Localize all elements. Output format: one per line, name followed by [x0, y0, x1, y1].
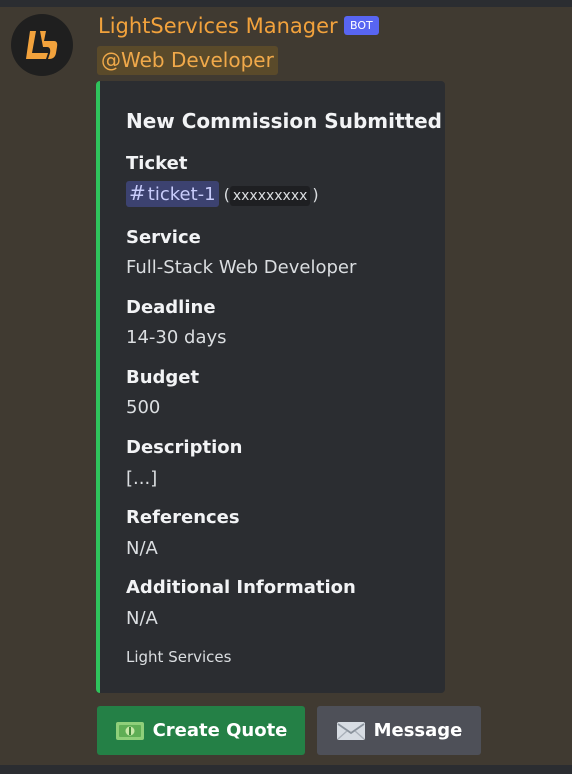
top-divider	[0, 0, 572, 7]
author-name[interactable]: LightServices Manager	[98, 12, 338, 40]
avatar[interactable]	[11, 14, 73, 76]
envelope-icon	[336, 720, 366, 742]
field-name-ticket: Ticket	[126, 153, 188, 174]
field-value-ticket: # ticket-1(xxxxxxxxx)	[126, 181, 319, 207]
message-label: Message	[373, 720, 463, 741]
lightservices-logo-icon	[26, 31, 58, 59]
hashtag-icon: #	[129, 181, 146, 205]
create-quote-label: Create Quote	[152, 720, 288, 741]
embed-title: New Commission Submitted	[126, 109, 442, 133]
paren-close: )	[312, 185, 319, 204]
field-value-references: N/A	[126, 538, 158, 559]
field-value-description: [...]	[126, 468, 158, 489]
commission-embed: New Commission Submitted Ticket # ticket-…	[96, 81, 445, 693]
field-value-budget: 500	[126, 397, 161, 418]
field-name-description: Description	[126, 437, 243, 458]
field-value-additional-information: N/A	[126, 608, 158, 629]
field-name-references: References	[126, 507, 240, 528]
bottom-divider	[0, 765, 572, 774]
create-quote-button[interactable]: Create Quote	[97, 706, 305, 755]
field-name-additional-information: Additional Information	[126, 577, 356, 598]
field-name-deadline: Deadline	[126, 297, 216, 318]
field-name-service: Service	[126, 227, 201, 248]
bot-badge: BOT	[344, 16, 379, 35]
paren-open: (	[223, 185, 230, 204]
channel-id-code: xxxxxxxxx	[229, 186, 311, 206]
dollar-banknote-icon	[115, 720, 145, 742]
field-value-deadline: 14-30 days	[126, 327, 227, 348]
channel-name: ticket-1	[147, 184, 216, 205]
channel-link[interactable]: # ticket-1	[126, 181, 219, 207]
field-name-budget: Budget	[126, 367, 200, 388]
role-mention[interactable]: @Web Developer	[97, 46, 278, 75]
embed-footer: Light Services	[126, 648, 232, 666]
field-value-service: Full-Stack Web Developer	[126, 257, 357, 278]
message-button[interactable]: Message	[317, 706, 481, 755]
